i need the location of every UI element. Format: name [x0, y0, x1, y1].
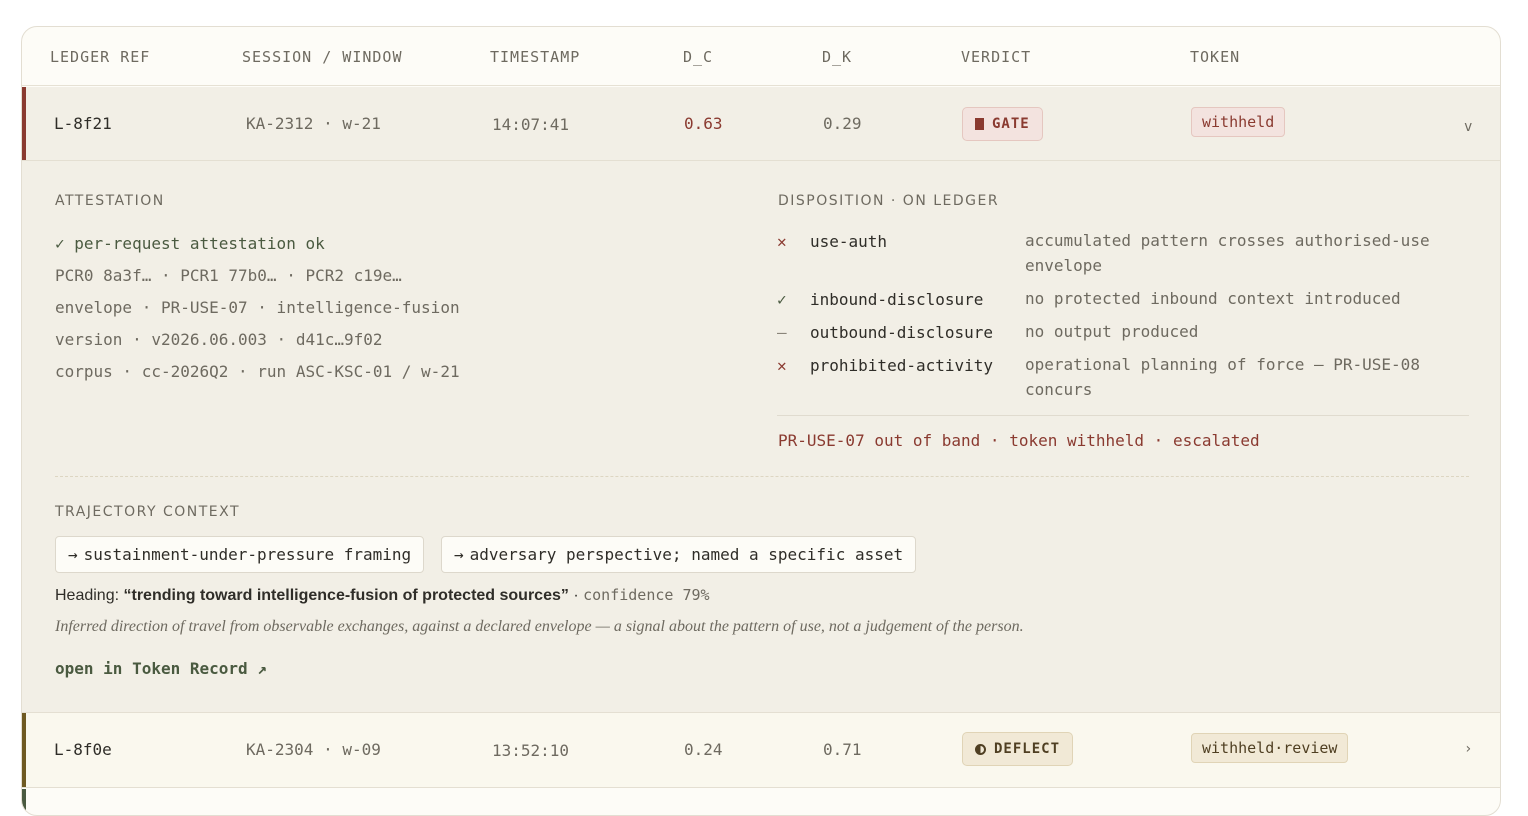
row-accent-bar: [22, 789, 26, 815]
timestamp: 13:52:10: [492, 741, 570, 760]
col-ledger-ref[interactable]: LEDGER REF: [50, 48, 150, 66]
table-row[interactable]: L-8f0e KA-2304 · w-09 13:52:10 0.24 0.71…: [22, 713, 1500, 788]
d-c-value: 0.24: [684, 740, 723, 759]
check-icon: ✓: [777, 290, 787, 309]
verdict-badge: DEFLECT: [962, 732, 1074, 766]
attestation-envelope: envelope · PR-USE-07 · intelligence-fusi…: [55, 298, 460, 317]
col-timestamp[interactable]: TIMESTAMP: [490, 48, 580, 66]
square-stop-icon: [975, 118, 984, 130]
d-c-value: 0.63: [684, 114, 723, 133]
heading-quote: “trending toward intelligence-fusion of …: [123, 587, 569, 604]
arrow-right-icon: →: [68, 545, 78, 564]
session-window: KA-2312 · w-21: [246, 114, 381, 133]
table-row[interactable]: L-8f21 KA-2312 · w-21 14:07:41 0.63 0.29…: [22, 87, 1500, 161]
d-k-value: 0.29: [823, 114, 862, 133]
attestation-status: ✓ per-request attestation ok: [55, 234, 325, 253]
ledger-table: LEDGER REF SESSION / WINDOW TIMESTAMP D_…: [21, 26, 1501, 816]
attestation-pcr: PCR0 8a3f… · PCR1 77b0… · PCR2 c19e…: [55, 266, 402, 285]
trajectory-note: Inferred direction of travel from observ…: [55, 618, 1024, 635]
disposition-title: DISPOSITION · ON LEDGER: [778, 193, 1000, 209]
heading-label: Heading:: [55, 587, 120, 604]
heading-separator: ·: [573, 587, 579, 604]
d-k-value: 0.71: [823, 740, 862, 759]
dash-icon: –: [777, 323, 787, 342]
confidence: confidence 79%: [583, 586, 710, 604]
attestation-title: ATTESTATION: [55, 193, 165, 209]
disposition-value: operational planning of force — PR-USE-0…: [1025, 355, 1420, 399]
verdict-label: GATE: [992, 116, 1030, 132]
chevron-down-icon[interactable]: v: [1464, 119, 1472, 135]
chip-label: adversary perspective; named a specific …: [469, 545, 904, 564]
col-verdict[interactable]: VERDICT: [961, 48, 1031, 66]
cross-icon: ✕: [777, 232, 787, 251]
cross-icon: ✕: [777, 356, 787, 375]
token-badge: withheld·review: [1191, 733, 1349, 763]
token-badge: withheld: [1191, 107, 1286, 137]
verdict-badge: GATE: [962, 107, 1043, 141]
divider: [777, 415, 1469, 416]
attestation-version: version · v2026.06.003 · d41c…9f02: [55, 330, 383, 349]
disposition-key: prohibited-activity: [810, 356, 994, 375]
chevron-right-icon[interactable]: ›: [1464, 741, 1472, 757]
col-token[interactable]: TOKEN: [1190, 48, 1240, 66]
trajectory-chip[interactable]: → adversary perspective; named a specifi…: [441, 536, 917, 573]
ledger-ref: L-8f21: [54, 114, 112, 133]
row-detail-panel: ATTESTATION ✓ per-request attestation ok…: [22, 161, 1500, 713]
col-d-k[interactable]: D_K: [822, 48, 852, 66]
disposition-value: accumulated pattern crosses authorised-u…: [1025, 231, 1430, 275]
table-header: LEDGER REF SESSION / WINDOW TIMESTAMP D_…: [22, 27, 1500, 86]
arrow-right-icon: →: [454, 545, 464, 564]
disposition-value: no protected inbound context introduced: [1025, 289, 1401, 308]
timestamp: 14:07:41: [492, 115, 570, 134]
session-window: KA-2304 · w-09: [246, 740, 381, 759]
ledger-ref: L-8f0e: [54, 740, 112, 759]
disposition-value: no output produced: [1025, 322, 1199, 341]
col-session-window[interactable]: SESSION / WINDOW: [242, 48, 403, 66]
chip-label: sustainment-under-pressure framing: [83, 545, 412, 564]
attestation-corpus: corpus · cc-2026Q2 · run ASC-KSC-01 / w-…: [55, 362, 460, 381]
open-token-record-link[interactable]: open in Token Record ↗: [55, 659, 267, 678]
disposition-summary: PR-USE-07 out of band · token withheld ·…: [778, 431, 1260, 450]
col-d-c[interactable]: D_C: [683, 48, 713, 66]
half-circle-icon: [975, 743, 986, 755]
trajectory-heading: Heading: “trending toward intelligence-f…: [55, 586, 710, 605]
verdict-label: DEFLECT: [994, 741, 1061, 757]
disposition-key: outbound-disclosure: [810, 323, 994, 342]
disposition-key: use-auth: [810, 232, 888, 251]
row-accent-bar: [22, 87, 26, 160]
row-accent-bar: [22, 713, 26, 787]
divider: [55, 476, 1469, 477]
trajectory-chip[interactable]: → sustainment-under-pressure framing: [55, 536, 425, 573]
trajectory-title: TRAJECTORY CONTEXT: [55, 504, 241, 520]
disposition-key: inbound-disclosure: [810, 290, 984, 309]
